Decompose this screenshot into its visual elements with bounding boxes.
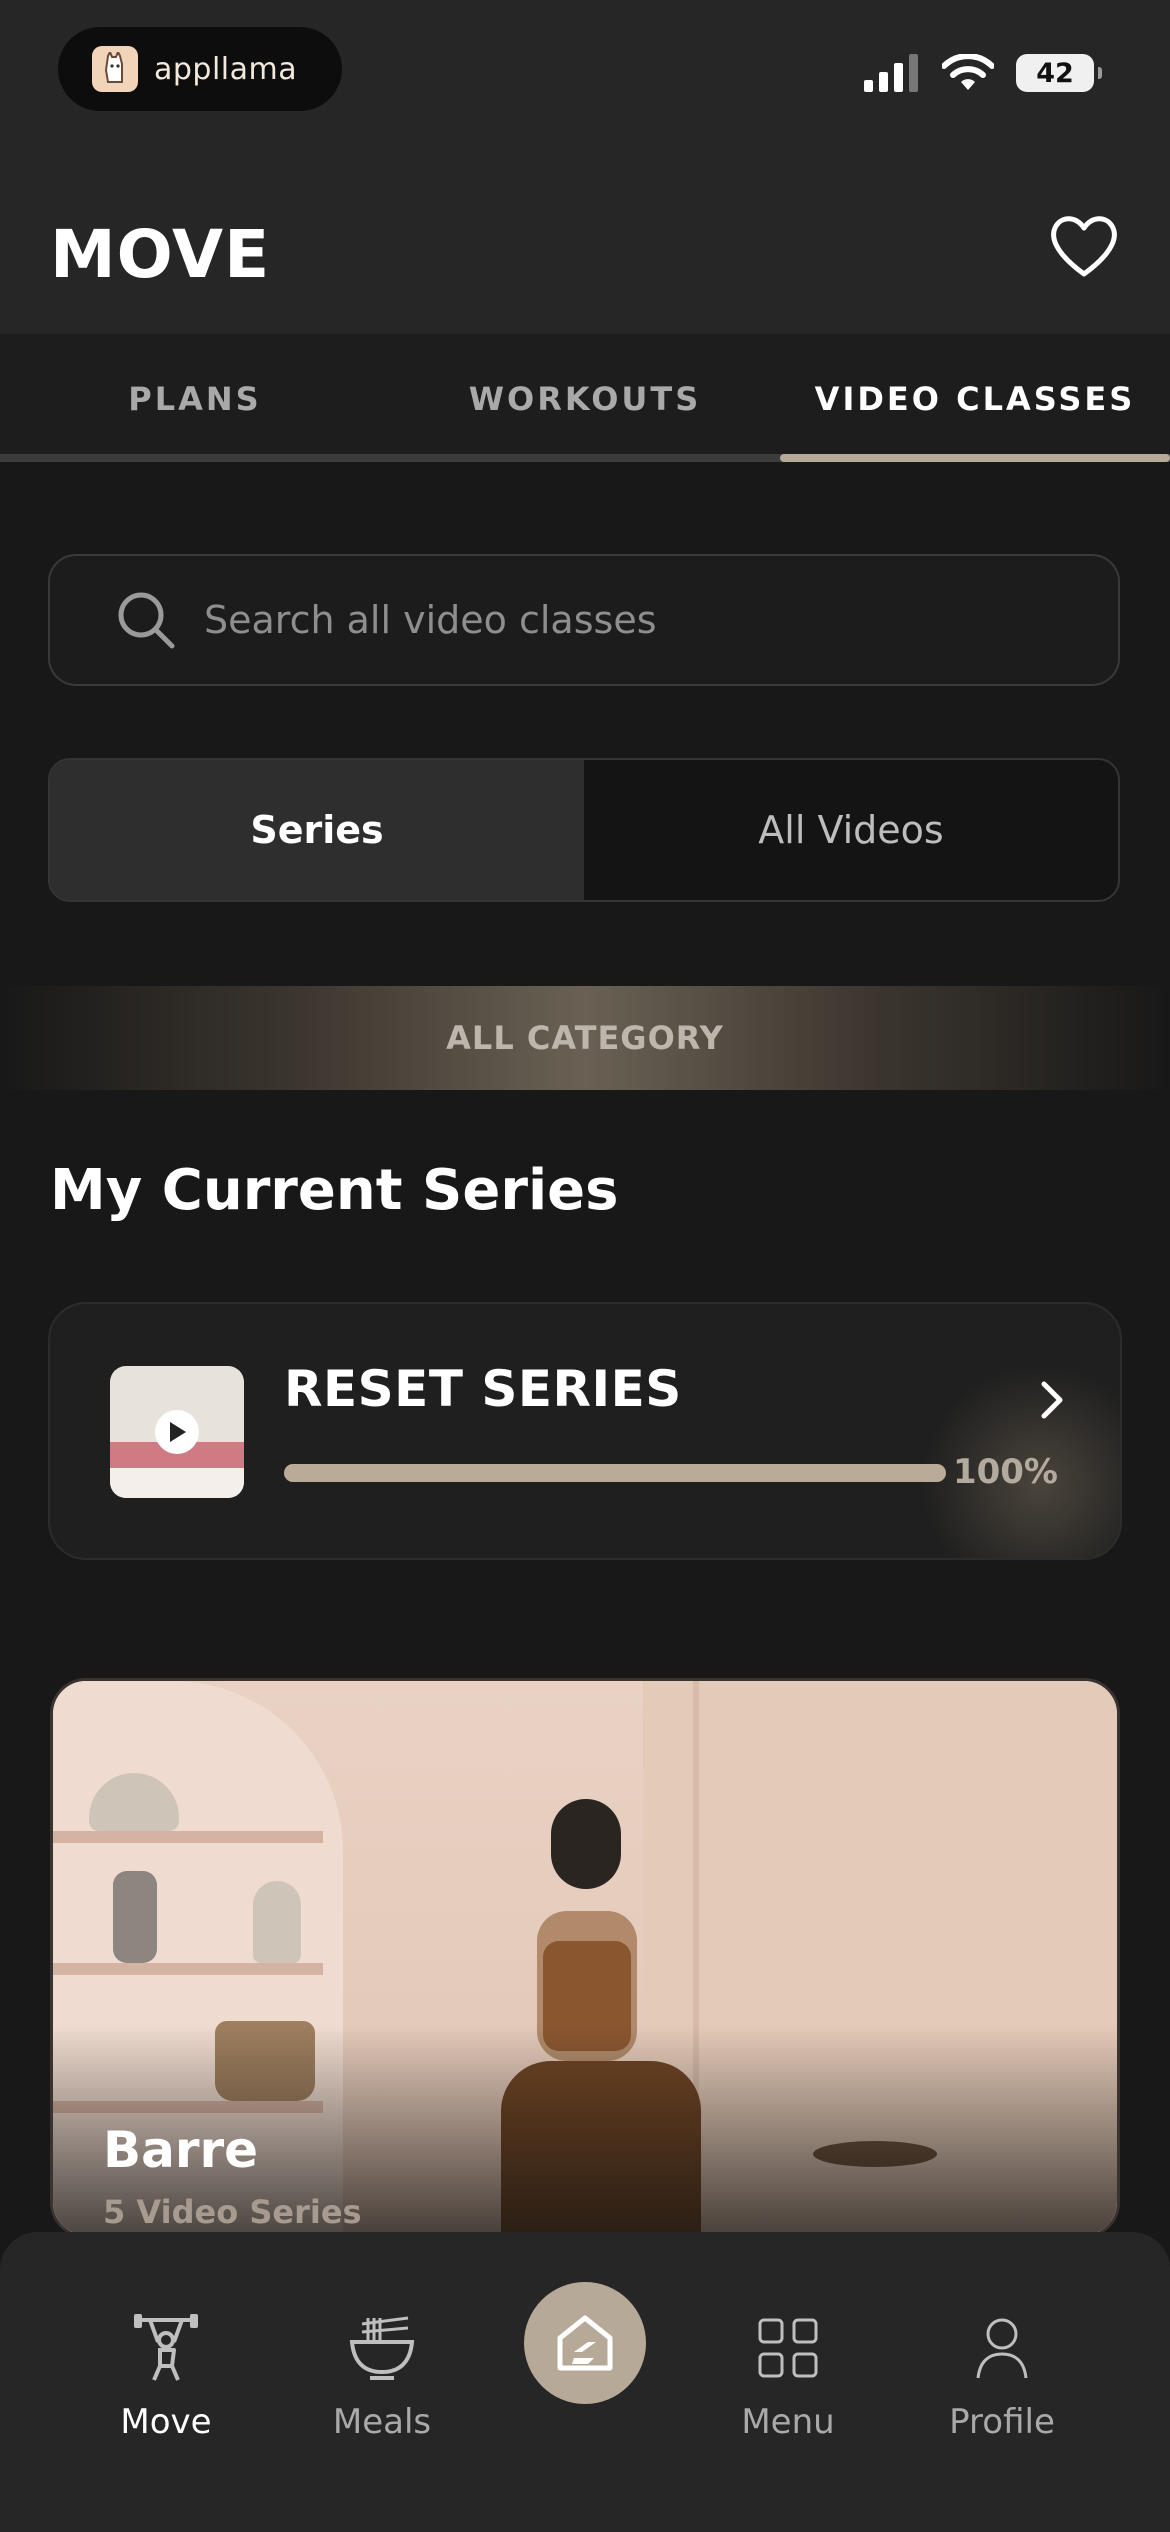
tab-workouts[interactable]: WORKOUTS <box>390 380 780 418</box>
section-title: My Current Series <box>50 1158 619 1223</box>
category-label: ALL CATEGORY <box>446 1019 724 1057</box>
nav-move[interactable]: Move <box>76 2310 256 2442</box>
featured-title: Barre <box>103 2121 259 2179</box>
weightlifter-icon <box>134 2314 198 2381</box>
wifi-icon <box>942 54 994 90</box>
search-bar[interactable] <box>48 554 1120 686</box>
search-icon <box>118 592 175 649</box>
bottom-nav: Move Meals Menu Profile <box>0 2232 1170 2532</box>
series-progress-label: 100% <box>952 1452 1058 1492</box>
segment-all-videos[interactable]: All Videos <box>584 760 1118 900</box>
status-bar: appllama 42 <box>0 0 1170 140</box>
featured-subtitle: 5 Video Series <box>103 2193 362 2231</box>
heart-icon[interactable] <box>1044 206 1124 286</box>
nav-meals-label: Meals <box>332 2402 432 2442</box>
battery-level: 42 <box>1036 57 1074 89</box>
series-card[interactable]: RESET SERIES 100% <box>48 1302 1122 1560</box>
home-logo-icon <box>557 2315 613 2371</box>
segmented-control: Series All Videos <box>48 758 1120 902</box>
app-badge[interactable]: appllama <box>58 27 342 111</box>
nav-menu[interactable]: Menu <box>698 2310 878 2442</box>
page-title: MOVE <box>50 216 271 293</box>
bowl-icon <box>349 2316 415 2380</box>
top-tabs: PLANS WORKOUTS VIDEO CLASSES <box>0 334 1170 462</box>
person-icon <box>976 2318 1028 2379</box>
play-icon <box>155 1410 199 1454</box>
category-filter[interactable]: ALL CATEGORY <box>0 986 1170 1090</box>
series-progress-fill <box>284 1464 946 1482</box>
nav-menu-label: Menu <box>741 2402 835 2442</box>
tab-video-classes[interactable]: VIDEO CLASSES <box>780 380 1170 418</box>
llama-logo-icon <box>92 46 138 92</box>
nav-meals[interactable]: Meals <box>292 2310 472 2442</box>
series-progress-bar <box>284 1464 946 1482</box>
nav-profile-label: Profile <box>949 2402 1055 2442</box>
brand-name: appllama <box>154 51 298 87</box>
signal-icon <box>864 54 918 92</box>
grid-icon <box>758 2318 818 2378</box>
header: MOVE <box>0 140 1170 334</box>
nav-profile[interactable]: Profile <box>912 2310 1092 2442</box>
battery-icon: 42 <box>1016 54 1102 92</box>
series-thumbnail <box>110 1366 244 1498</box>
tab-indicator <box>780 454 1170 462</box>
nav-home[interactable] <box>524 2282 646 2404</box>
tab-plans[interactable]: PLANS <box>0 380 390 418</box>
segment-series[interactable]: Series <box>50 760 584 900</box>
search-input[interactable] <box>202 597 1066 643</box>
chevron-right-icon <box>1041 1381 1063 1419</box>
nav-move-label: Move <box>120 2402 212 2442</box>
featured-series-card[interactable]: Barre 5 Video Series <box>50 1678 1120 2238</box>
series-name: RESET SERIES <box>284 1360 682 1418</box>
